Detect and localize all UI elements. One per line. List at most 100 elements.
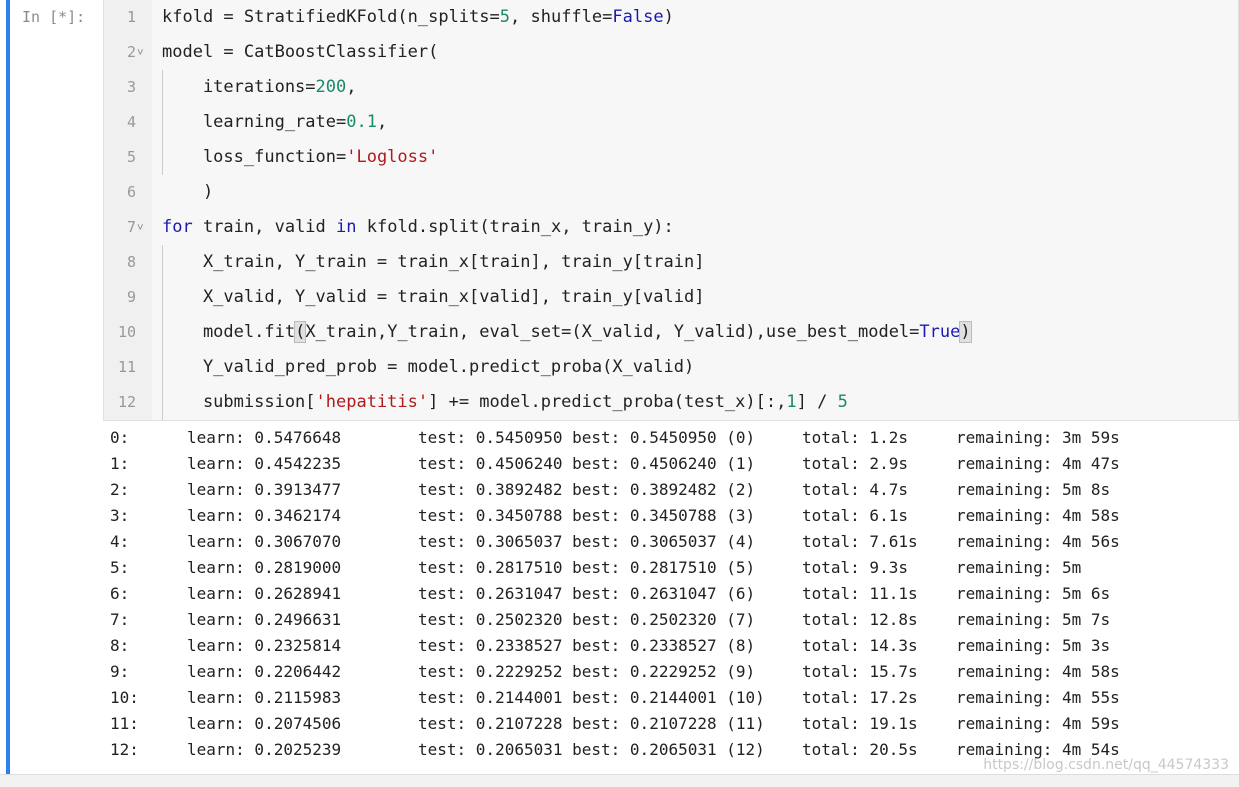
code-line[interactable]: 7 ˅ for train, valid in kfold.split(train_… <box>104 210 1238 245</box>
iteration-index: 5: <box>110 558 130 577</box>
total-time: total: 17.2s <box>802 688 918 707</box>
learn-value: learn: 0.2628941 <box>187 584 342 603</box>
learn-value: learn: 0.2074506 <box>187 714 342 733</box>
code-text: model = CatBoostClassifier( <box>162 42 439 62</box>
remaining-time: remaining: 5m 8s <box>956 480 1111 499</box>
code-line[interactable]: 9 X_valid, Y_valid = train_x[valid], tra… <box>104 280 1238 315</box>
learn-value: learn: 0.5476648 <box>187 428 342 447</box>
test-value: test: 0.3065037 best: 0.3065037 (4) <box>418 532 756 551</box>
learn-value: learn: 0.2496631 <box>187 610 342 629</box>
total-time: total: 14.3s <box>802 636 918 655</box>
test-value: test: 0.3892482 best: 0.3892482 (2) <box>418 480 756 499</box>
total-time: total: 1.2s <box>802 428 908 447</box>
code-text: Y_valid_pred_prob = model.predict_proba(… <box>162 357 695 377</box>
remaining-time: remaining: 4m 47s <box>956 454 1120 473</box>
learn-value: learn: 0.2025239 <box>187 740 342 759</box>
fold-chevron-icon[interactable]: ˅ <box>137 35 144 70</box>
code-text: iterations=200, <box>162 77 357 97</box>
code-line[interactable]: 11 Y_valid_pred_prob = model.predict_pro… <box>104 350 1238 385</box>
learn-value: learn: 0.3067070 <box>187 532 342 551</box>
watermark: https://blog.csdn.net/qq_44574333 <box>983 757 1229 773</box>
code-text: submission['hepatitis'] += model.predict… <box>162 392 848 412</box>
indent-guide <box>162 70 163 175</box>
remaining-time: remaining: 5m 7s <box>956 610 1111 629</box>
remaining-time: remaining: 3m 59s <box>956 428 1120 447</box>
fold-chevron-icon[interactable]: ˅ <box>137 210 144 245</box>
test-value: test: 0.2107228 best: 0.2107228 (11) <box>418 714 765 733</box>
line-number: 8 <box>126 253 136 271</box>
total-time: total: 15.7s <box>802 662 918 681</box>
iteration-index: 1: <box>110 454 130 473</box>
learn-value: learn: 0.2206442 <box>187 662 342 681</box>
learn-value: learn: 0.3462174 <box>187 506 342 525</box>
line-number: 5 <box>126 148 136 166</box>
line-number: 3 <box>126 78 136 96</box>
code-line[interactable]: 12 submission['hepatitis'] += model.pred… <box>104 385 1238 420</box>
test-value: test: 0.2144001 best: 0.2144001 (10) <box>418 688 765 707</box>
line-number: 12 <box>117 393 136 411</box>
total-time: total: 19.1s <box>802 714 918 733</box>
test-value: test: 0.2817510 best: 0.2817510 (5) <box>418 558 756 577</box>
cell-output: 0: learn: 0.5476648 test: 0.5450950 best: … <box>110 425 1239 775</box>
total-time: total: 4.7s <box>802 480 908 499</box>
test-value: test: 0.2631047 best: 0.2631047 (6) <box>418 584 756 603</box>
total-time: total: 2.9s <box>802 454 908 473</box>
remaining-time: remaining: 4m 55s <box>956 688 1120 707</box>
code-line[interactable]: 2 ˅ model = CatBoostClassifier( <box>104 35 1238 70</box>
line-number: 1 <box>126 8 136 26</box>
remaining-time: remaining: 5m 6s <box>956 584 1111 603</box>
remaining-time: remaining: 4m 58s <box>956 662 1120 681</box>
total-time: total: 9.3s <box>802 558 908 577</box>
test-value: test: 0.2502320 best: 0.2502320 (7) <box>418 610 756 629</box>
code-line[interactable]: 1 kfold = StratifiedKFold(n_splits=5, shu… <box>104 0 1238 35</box>
code-line[interactable]: 4 learning_rate=0.1, <box>104 105 1238 140</box>
line-number: 7 <box>126 218 136 236</box>
code-text: learning_rate=0.1, <box>162 112 388 132</box>
remaining-time: remaining: 4m 59s <box>956 714 1120 733</box>
code-line[interactable]: 8 X_train, Y_train = train_x[train], tra… <box>104 245 1238 280</box>
iteration-index: 11: <box>110 714 139 733</box>
code-text: loss_function='Logloss' <box>162 147 439 167</box>
horizontal-scrollbar[interactable] <box>0 774 1239 787</box>
code-line[interactable]: 6 ) <box>104 175 1238 210</box>
iteration-index: 8: <box>110 636 130 655</box>
code-line[interactable]: 10 model.fit(X_train,Y_train, eval_set=(… <box>104 315 1238 350</box>
iteration-index: 9: <box>110 662 130 681</box>
code-text: kfold = StratifiedKFold(n_splits=5, shuf… <box>162 7 674 27</box>
line-number: 10 <box>117 323 136 341</box>
total-time: total: 7.61s <box>802 532 918 551</box>
test-value: test: 0.2229252 best: 0.2229252 (9) <box>418 662 756 681</box>
cell-prompt: In [*]: <box>22 8 86 26</box>
learn-value: learn: 0.2819000 <box>187 558 342 577</box>
code-text: for train, valid in kfold.split(train_x,… <box>162 217 674 237</box>
test-value: test: 0.2338527 best: 0.2338527 (8) <box>418 636 756 655</box>
code-text: ) <box>162 182 214 202</box>
remaining-time: remaining: 4m 58s <box>956 506 1120 525</box>
code-text: X_train, Y_train = train_x[train], train… <box>162 252 705 272</box>
iteration-index: 10: <box>110 688 139 707</box>
test-value: test: 0.3450788 best: 0.3450788 (3) <box>418 506 756 525</box>
code-line[interactable]: 5 loss_function='Logloss' <box>104 140 1238 175</box>
line-number: 6 <box>126 183 136 201</box>
iteration-index: 3: <box>110 506 130 525</box>
learn-value: learn: 0.2115983 <box>187 688 342 707</box>
line-number: 11 <box>117 358 136 376</box>
code-line[interactable]: 3 iterations=200, <box>104 70 1238 105</box>
code-text: X_valid, Y_valid = train_x[valid], train… <box>162 287 705 307</box>
total-time: total: 11.1s <box>802 584 918 603</box>
total-time: total: 6.1s <box>802 506 908 525</box>
active-cell-indicator <box>6 0 10 774</box>
line-number: 9 <box>126 288 136 306</box>
total-time: total: 12.8s <box>802 610 918 629</box>
remaining-time: remaining: 5m <box>956 558 1082 577</box>
test-value: test: 0.2065031 best: 0.2065031 (12) <box>418 740 765 759</box>
remaining-time: remaining: 5m 3s <box>956 636 1111 655</box>
indent-guide <box>162 245 163 420</box>
iteration-index: 4: <box>110 532 130 551</box>
test-value: test: 0.4506240 best: 0.4506240 (1) <box>418 454 756 473</box>
code-editor[interactable]: 1 kfold = StratifiedKFold(n_splits=5, shu… <box>103 0 1239 421</box>
line-number: 2 <box>126 43 136 61</box>
iteration-index: 2: <box>110 480 130 499</box>
test-value: test: 0.5450950 best: 0.5450950 (0) <box>418 428 756 447</box>
line-number: 4 <box>126 113 136 131</box>
